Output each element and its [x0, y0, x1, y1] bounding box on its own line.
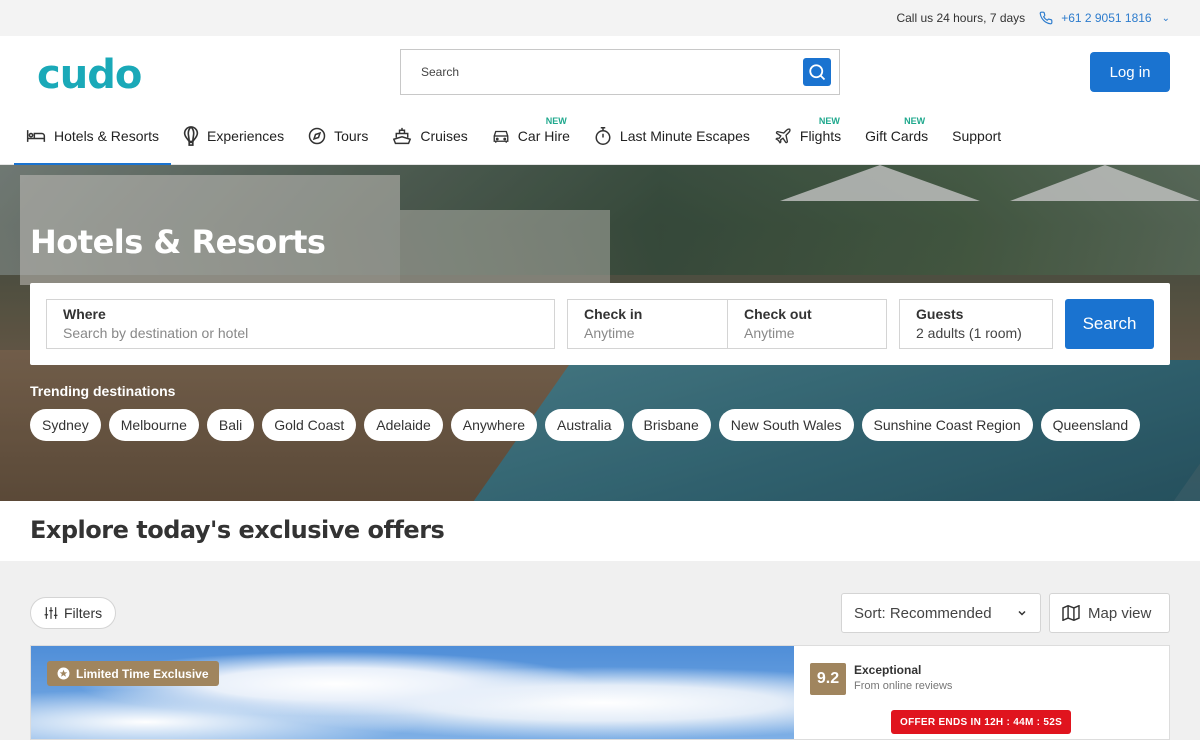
nav-car-hire[interactable]: NEW Car Hire — [480, 108, 582, 165]
chip-adelaide[interactable]: Adelaide — [364, 409, 443, 441]
trending-chips: Sydney Melbourne Bali Gold Coast Adelaid… — [30, 409, 1148, 441]
sort-select[interactable]: Sort: Recommended — [841, 593, 1041, 633]
where-field[interactable]: Where Search by destination or hotel — [46, 299, 555, 349]
checkin-field[interactable]: Check in Anytime — [567, 299, 728, 349]
phone-link[interactable]: +61 2 9051 1816 ⌄ — [1039, 11, 1170, 25]
guests-value: 2 adults (1 room) — [916, 325, 1022, 341]
nav-hotels-resorts[interactable]: Hotels & Resorts — [14, 108, 172, 166]
checkout-field[interactable]: Check out Anytime — [727, 299, 887, 349]
chip-australia[interactable]: Australia — [545, 409, 624, 441]
phone-number: +61 2 9051 1816 — [1061, 11, 1152, 25]
limited-time-label: Limited Time Exclusive — [76, 666, 209, 681]
section-title: Explore today's exclusive offers — [30, 516, 445, 544]
nav-tours[interactable]: Tours — [296, 108, 380, 165]
review-label: Exceptional — [854, 663, 922, 677]
explore-section: Explore today's exclusive offers — [0, 501, 1200, 561]
nav-flights[interactable]: NEW Flights — [762, 108, 853, 165]
filters-label: Filters — [64, 605, 103, 621]
chevron-down-icon — [1018, 610, 1026, 616]
nav-gift-cards[interactable]: NEW Gift Cards — [853, 108, 940, 165]
nav-label: Cruises — [420, 128, 468, 144]
nav-cruises[interactable]: Cruises — [380, 108, 479, 165]
sliders-icon — [44, 607, 58, 619]
search-icon — [809, 64, 826, 81]
sort-value: Sort: Recommended — [854, 604, 992, 622]
nav-label: Last Minute Escapes — [619, 128, 750, 144]
nav-label: Support — [952, 128, 1002, 144]
new-badge: NEW — [904, 115, 926, 126]
support-hours: Call us 24 hours, 7 days — [896, 11, 1026, 25]
checkin-label: Check in — [584, 306, 643, 322]
site-search — [400, 49, 840, 95]
chip-bali[interactable]: Bali — [206, 409, 255, 441]
map-view-label: Map view — [1088, 604, 1152, 622]
top-bar: Call us 24 hours, 7 days +61 2 9051 1816… — [0, 0, 1200, 36]
chevron-down-icon[interactable]: ⌄ — [1162, 13, 1170, 24]
login-button[interactable]: Log in — [1090, 52, 1170, 92]
star-icon — [57, 667, 70, 680]
hotel-search-panel: Where Search by destination or hotel Che… — [30, 283, 1170, 365]
checkout-label: Check out — [744, 306, 812, 322]
review-source: From online reviews — [854, 680, 953, 692]
map-view-button[interactable]: Map view — [1049, 593, 1170, 633]
chip-sunshine-coast[interactable]: Sunshine Coast Region — [861, 409, 1033, 441]
bed-icon — [26, 130, 46, 142]
chip-gold-coast[interactable]: Gold Coast — [262, 409, 357, 441]
checkin-value: Anytime — [584, 325, 635, 341]
nav-label: Flights — [799, 128, 842, 144]
site-search-input[interactable] — [421, 65, 803, 79]
filters-button[interactable]: Filters — [30, 597, 117, 629]
main-nav: Hotels & Resorts Experiences Tours Cruis… — [0, 108, 1200, 166]
chip-melbourne[interactable]: Melbourne — [108, 409, 199, 441]
balloon-icon — [183, 126, 199, 146]
review-score: 9.2 — [810, 663, 846, 695]
nav-last-minute-escapes[interactable]: Last Minute Escapes — [582, 108, 762, 165]
checkout-value: Anytime — [744, 325, 795, 341]
guests-field[interactable]: Guests 2 adults (1 room) — [899, 299, 1053, 349]
trending-title: Trending destinations — [30, 383, 176, 399]
limited-time-badge: Limited Time Exclusive — [47, 661, 219, 686]
nav-experiences[interactable]: Experiences — [171, 108, 296, 165]
guests-label: Guests — [916, 306, 964, 322]
phone-icon — [1039, 11, 1053, 25]
ship-icon — [393, 127, 412, 145]
where-placeholder: Search by destination or hotel — [63, 325, 249, 341]
nav-label: Gift Cards — [865, 128, 929, 144]
hero-banner: Hotels & Resorts Where Search by destina… — [0, 165, 1200, 501]
logo[interactable]: cudo — [37, 52, 142, 98]
stopwatch-icon — [595, 127, 611, 145]
chip-brisbane[interactable]: Brisbane — [631, 409, 711, 441]
nav-label: Hotels & Resorts — [54, 128, 160, 144]
car-icon — [493, 130, 509, 143]
site-header: cudo Log in — [0, 36, 1200, 108]
where-label: Where — [63, 306, 106, 322]
new-badge: NEW — [545, 115, 567, 126]
chip-sydney[interactable]: Sydney — [30, 409, 101, 441]
plane-icon — [775, 128, 791, 144]
page-title: Hotels & Resorts — [30, 223, 326, 261]
nav-label: Tours — [334, 128, 369, 144]
results-area: Filters Sort: Recommended Map view Limit… — [0, 561, 1200, 740]
offer-countdown: OFFER ENDS IN 12H : 44M : 52S — [891, 710, 1072, 734]
offer-card[interactable]: Limited Time Exclusive 9.2 Exceptional F… — [30, 645, 1170, 740]
new-badge: NEW — [818, 115, 840, 126]
compass-icon — [308, 127, 326, 145]
nav-support[interactable]: Support — [940, 108, 1013, 165]
chip-new-south-wales[interactable]: New South Wales — [718, 409, 854, 441]
nav-label: Experiences — [207, 128, 285, 144]
site-search-button[interactable] — [803, 58, 831, 86]
hotel-search-button[interactable]: Search — [1065, 299, 1154, 349]
chip-queensland[interactable]: Queensland — [1040, 409, 1141, 441]
chip-anywhere[interactable]: Anywhere — [450, 409, 538, 441]
nav-label: Car Hire — [517, 128, 570, 144]
map-icon — [1062, 605, 1080, 621]
